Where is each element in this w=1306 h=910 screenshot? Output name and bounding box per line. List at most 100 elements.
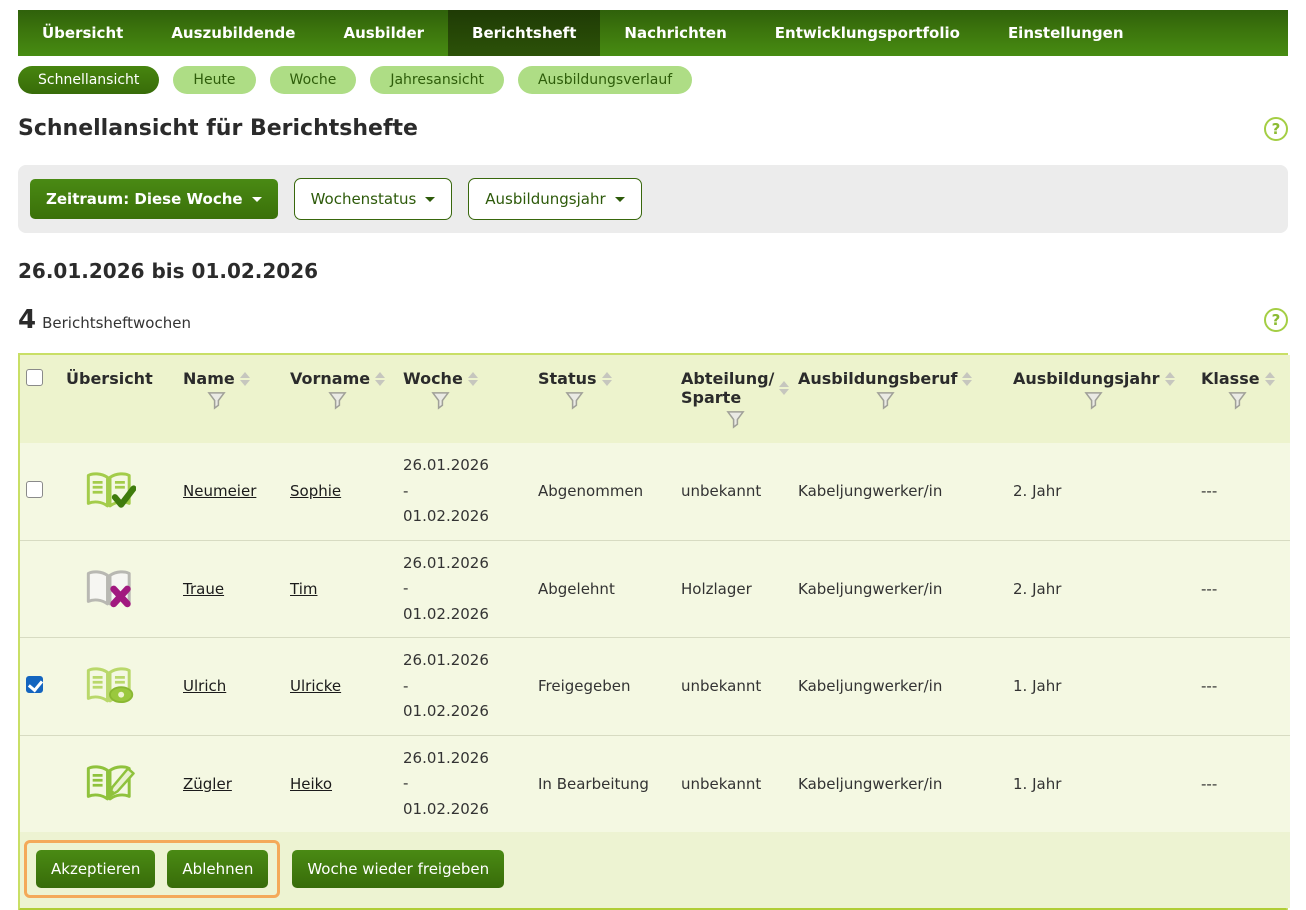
table-row: Zügler Heiko 26.01.2026 - 01.02.2026 In …	[20, 735, 1290, 832]
week-count-number: 4	[18, 305, 36, 335]
beruf-cell: Kabeljungwerker/in	[792, 735, 1007, 832]
help-icon[interactable]: ?	[1264, 117, 1288, 141]
caret-down-icon	[425, 197, 435, 202]
beruf-cell: Kabeljungwerker/in	[792, 443, 1007, 540]
abteilung-cell: unbekannt	[675, 735, 792, 832]
name-link[interactable]: Zügler	[183, 775, 232, 793]
sort-icon[interactable]	[602, 372, 612, 386]
book-edit-icon[interactable]	[84, 762, 136, 806]
nav-item-nachrichten[interactable]: Nachrichten	[600, 10, 750, 56]
column-header-ausbildungsberuf[interactable]: Ausbildungsberuf	[798, 369, 957, 388]
subnav-ausbildungsverlauf[interactable]: Ausbildungsverlauf	[518, 66, 692, 94]
row-checkbox[interactable]	[26, 676, 43, 693]
column-header-status[interactable]: Status	[538, 369, 597, 388]
ablehnen-button[interactable]: Ablehnen	[167, 850, 268, 888]
jahr-cell: 1. Jahr	[1007, 735, 1195, 832]
woche-wieder-freigeben-button[interactable]: Woche wieder freigeben	[292, 850, 504, 888]
abteilung-cell: unbekannt	[675, 443, 792, 540]
column-header-name[interactable]: Name	[183, 369, 235, 388]
week-count-label: Berichtsheftwochen	[42, 314, 191, 332]
vorname-link[interactable]: Heiko	[290, 775, 332, 793]
filter-funnel-icon[interactable]	[207, 391, 226, 410]
nav-item-ausbilder[interactable]: Ausbilder	[319, 10, 448, 56]
column-header-vorname[interactable]: Vorname	[290, 369, 370, 388]
column-header-klasse[interactable]: Klasse	[1201, 369, 1260, 388]
status-cell: In Bearbeitung	[532, 735, 675, 832]
woche-cell: 26.01.2026 - 01.02.2026	[397, 638, 532, 736]
subnav-jahresansicht[interactable]: Jahresansicht	[370, 66, 504, 94]
column-header-abteilung-sparte[interactable]: Abteilung/ Sparte	[681, 369, 774, 407]
klasse-cell: ---	[1195, 735, 1290, 832]
filter-funnel-icon[interactable]	[431, 391, 450, 410]
subnav-schnellansicht[interactable]: Schnellansicht	[18, 66, 159, 94]
sort-icon[interactable]	[779, 381, 789, 395]
jahr-cell: 2. Jahr	[1007, 540, 1195, 638]
filter-funnel-icon[interactable]	[1228, 391, 1247, 410]
caret-down-icon	[252, 197, 262, 202]
date-range-heading: 26.01.2026 bis 01.02.2026	[18, 259, 1288, 283]
sort-icon[interactable]	[1165, 372, 1175, 386]
help-icon[interactable]: ?	[1264, 308, 1288, 332]
vorname-link[interactable]: Ulricke	[290, 677, 341, 695]
caret-down-icon	[615, 197, 625, 202]
beruf-cell: Kabeljungwerker/in	[792, 540, 1007, 638]
nav-item-einstellungen[interactable]: Einstellungen	[984, 10, 1148, 56]
sort-icon[interactable]	[240, 372, 250, 386]
sort-icon[interactable]	[1265, 372, 1275, 386]
nav-item-entwicklungsportfolio[interactable]: Entwicklungsportfolio	[751, 10, 984, 56]
status-cell: Abgenommen	[532, 443, 675, 540]
book-eye-icon[interactable]	[84, 664, 136, 708]
vorname-link[interactable]: Tim	[290, 580, 317, 598]
sub-navigation: Schnellansicht Heute Woche Jahresansicht…	[18, 66, 1288, 94]
filter-funnel-icon[interactable]	[565, 391, 584, 410]
week-count: 4 Berichtsheftwochen	[18, 305, 191, 335]
subnav-woche[interactable]: Woche	[270, 66, 357, 94]
abteilung-cell: Holzlager	[675, 540, 792, 638]
sort-icon[interactable]	[962, 372, 972, 386]
ausbildungsjahr-dropdown[interactable]: Ausbildungsjahr	[468, 178, 641, 220]
jahr-cell: 1. Jahr	[1007, 638, 1195, 736]
berichtsheft-table: Übersicht Name Vorname Woche Status	[18, 353, 1288, 910]
page-title: Schnellansicht für Berichtshefte	[18, 116, 418, 141]
row-checkbox[interactable]	[26, 481, 43, 498]
book-check-icon[interactable]	[84, 469, 136, 513]
filter-funnel-icon[interactable]	[726, 410, 745, 429]
filter-funnel-icon[interactable]	[1084, 391, 1103, 410]
select-all-checkbox[interactable]	[26, 369, 43, 386]
zeitraum-dropdown-label: Zeitraum: Diese Woche	[46, 190, 243, 208]
status-cell: Freigegeben	[532, 638, 675, 736]
book-cross-icon[interactable]	[84, 567, 136, 611]
table-row: Neumeier Sophie 26.01.2026 - 01.02.2026 …	[20, 443, 1290, 540]
table-actions: Akzeptieren Ablehnen Woche wieder freige…	[24, 840, 1282, 898]
klasse-cell: ---	[1195, 638, 1290, 736]
zeitraum-dropdown[interactable]: Zeitraum: Diese Woche	[30, 179, 278, 219]
name-link[interactable]: Traue	[183, 580, 224, 598]
filter-bar: Zeitraum: Diese Woche Wochenstatus Ausbi…	[18, 165, 1288, 233]
filter-funnel-icon[interactable]	[876, 391, 895, 410]
table-row: Traue Tim 26.01.2026 - 01.02.2026 Abgele…	[20, 540, 1290, 638]
sort-icon[interactable]	[468, 372, 478, 386]
nav-item-uebersicht[interactable]: Übersicht	[18, 10, 147, 56]
sort-icon[interactable]	[375, 372, 385, 386]
name-link[interactable]: Neumeier	[183, 482, 256, 500]
nav-item-auszubildende[interactable]: Auszubildende	[147, 10, 319, 56]
column-header-woche[interactable]: Woche	[403, 369, 463, 388]
ausbildungsjahr-dropdown-label: Ausbildungsjahr	[485, 190, 605, 208]
table-row: Ulrich Ulricke 26.01.2026 - 01.02.2026 F…	[20, 638, 1290, 736]
akzeptieren-button[interactable]: Akzeptieren	[36, 850, 155, 888]
column-header-ausbildungsjahr[interactable]: Ausbildungsjahr	[1013, 369, 1160, 388]
filter-funnel-icon[interactable]	[328, 391, 347, 410]
beruf-cell: Kabeljungwerker/in	[792, 638, 1007, 736]
name-link[interactable]: Ulrich	[183, 677, 226, 695]
status-cell: Abgelehnt	[532, 540, 675, 638]
nav-item-berichtsheft[interactable]: Berichtsheft	[448, 10, 600, 56]
subnav-heute[interactable]: Heute	[173, 66, 255, 94]
wochenstatus-dropdown-label: Wochenstatus	[311, 190, 417, 208]
wochenstatus-dropdown[interactable]: Wochenstatus	[294, 178, 453, 220]
vorname-link[interactable]: Sophie	[290, 482, 341, 500]
woche-cell: 26.01.2026 - 01.02.2026	[397, 540, 532, 638]
jahr-cell: 2. Jahr	[1007, 443, 1195, 540]
klasse-cell: ---	[1195, 540, 1290, 638]
column-header-uebersicht: Übersicht	[66, 369, 153, 388]
highlight-box: Akzeptieren Ablehnen	[24, 840, 280, 898]
